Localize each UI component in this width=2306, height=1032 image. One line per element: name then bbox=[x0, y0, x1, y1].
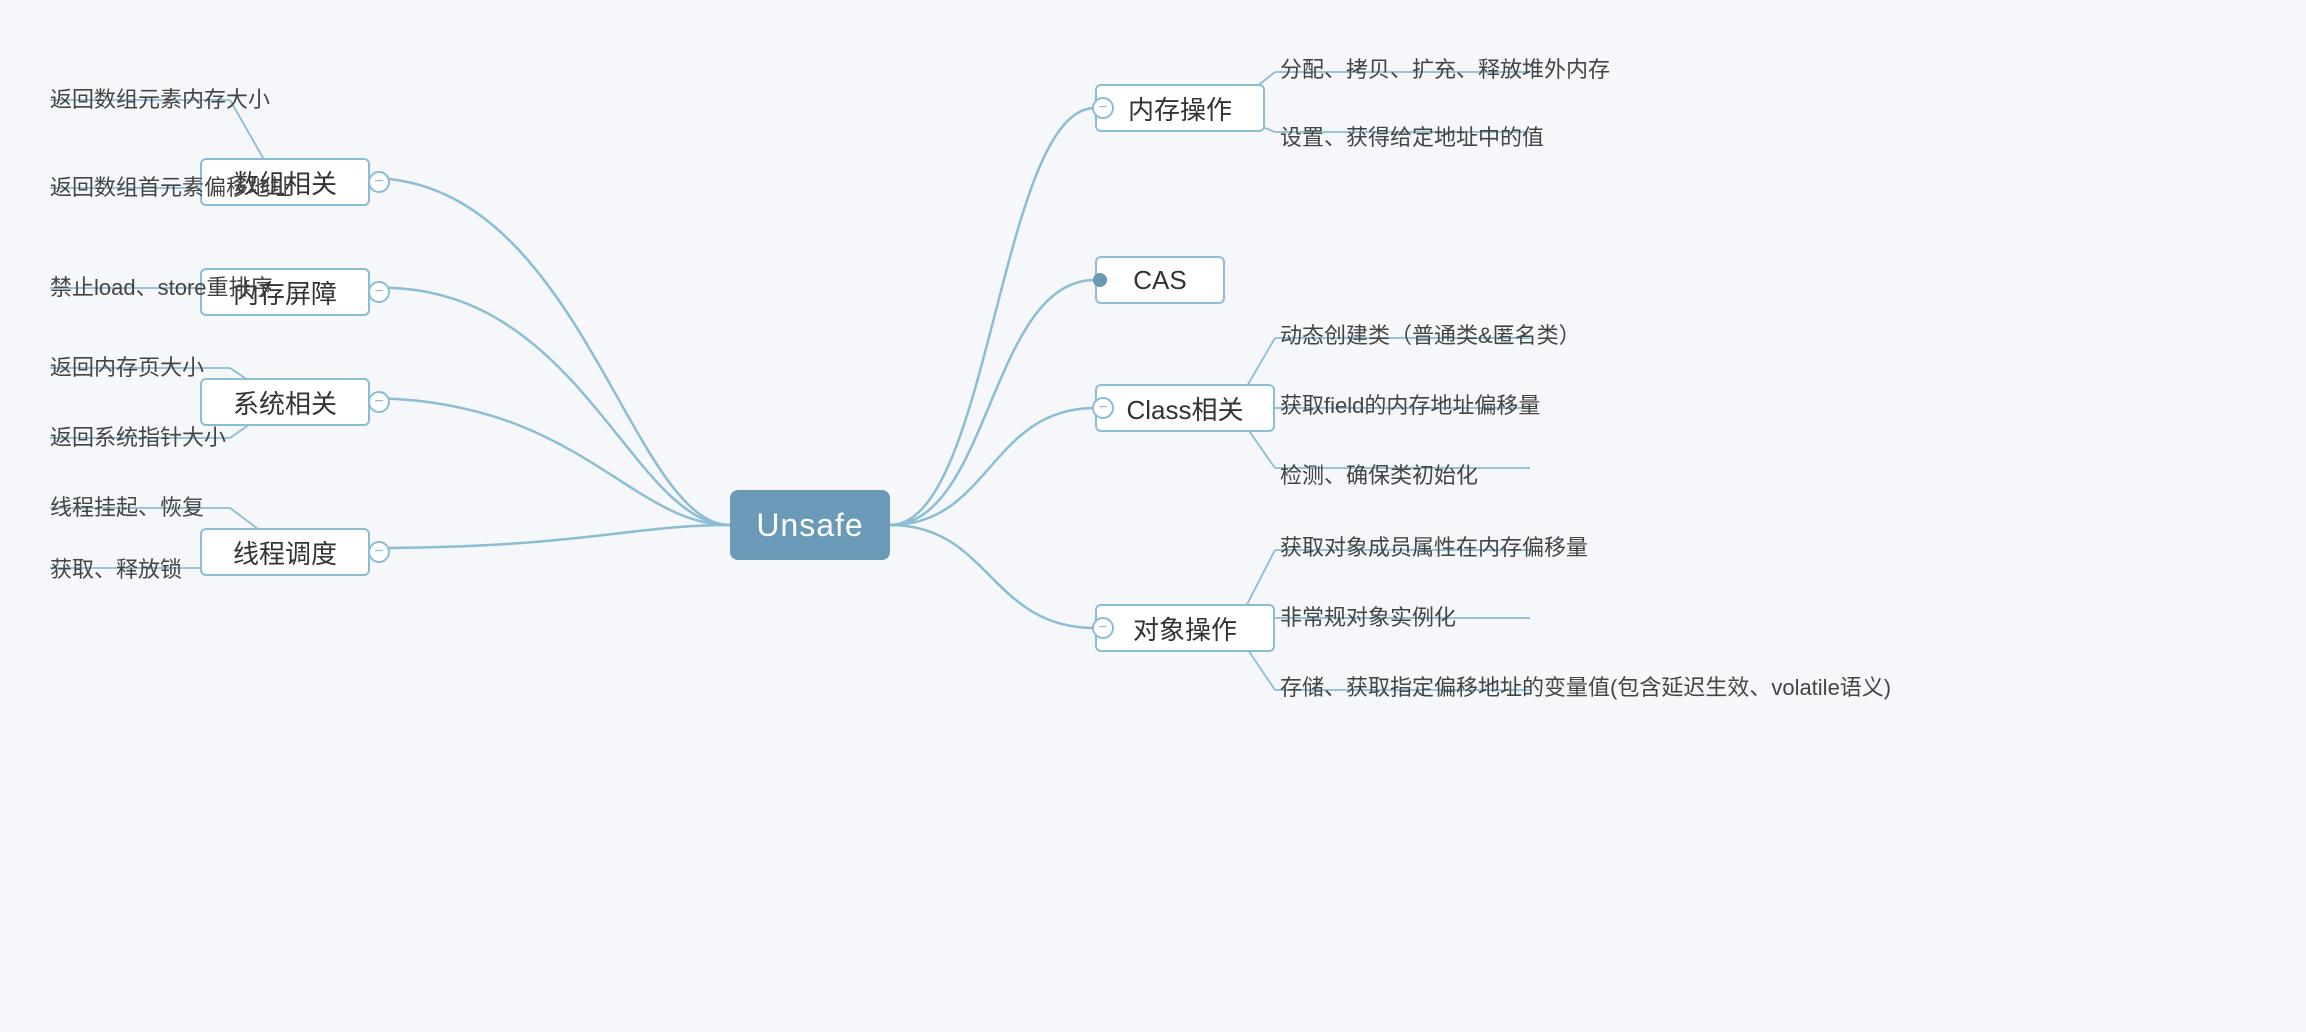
branch-class[interactable]: Class相关 bbox=[1095, 384, 1275, 432]
dot-cas bbox=[1093, 273, 1107, 287]
leaf-class-3: 检测、确保类初始化 bbox=[1280, 458, 1478, 490]
branch-thread[interactable]: 线程调度 bbox=[200, 528, 370, 576]
leaf-class-1: 动态创建类（普通类&匿名类） bbox=[1280, 318, 1581, 350]
branch-cas-label: CAS bbox=[1133, 265, 1186, 296]
collapse-class[interactable]: − bbox=[1092, 397, 1114, 419]
leaf-system-2-label: 返回系统指针大小 bbox=[50, 420, 226, 452]
center-node: Unsafe bbox=[730, 490, 890, 560]
leaf-class-2-label: 获取field的内存地址偏移量 bbox=[1280, 388, 1540, 420]
branch-class-label: Class相关 bbox=[1126, 390, 1243, 427]
leaf-obj-2-label: 非常规对象实例化 bbox=[1280, 600, 1456, 632]
leaf-class-2: 获取field的内存地址偏移量 bbox=[1280, 388, 1540, 420]
leaf-array-2: 返回数组首元素偏移地址 bbox=[50, 170, 292, 202]
leaf-obj-2: 非常规对象实例化 bbox=[1280, 600, 1456, 632]
collapse-object-ops[interactable]: − bbox=[1092, 617, 1114, 639]
leaf-array-1-label: 返回数组元素内存大小 bbox=[50, 82, 270, 114]
leaf-system-2: 返回系统指针大小 bbox=[50, 420, 226, 452]
leaf-array-2-label: 返回数组首元素偏移地址 bbox=[50, 170, 292, 202]
collapse-memory-barrier[interactable]: − bbox=[368, 281, 390, 303]
leaf-obj-3-label: 存储、获取指定偏移地址的变量值(包含延迟生效、volatile语义) bbox=[1280, 670, 1891, 702]
collapse-system[interactable]: − bbox=[368, 391, 390, 413]
leaf-obj-1: 获取对象成员属性在内存偏移量 bbox=[1280, 530, 1588, 562]
leaf-thread-1-label: 线程挂起、恢复 bbox=[50, 490, 204, 522]
leaf-memops-2-label: 设置、获得给定地址中的值 bbox=[1280, 120, 1544, 152]
branch-thread-label: 线程调度 bbox=[233, 534, 337, 571]
branch-memory-ops[interactable]: 内存操作 bbox=[1095, 84, 1265, 132]
collapse-thread[interactable]: − bbox=[368, 541, 390, 563]
connections-svg bbox=[0, 0, 2306, 1032]
leaf-thread-2: 获取、释放锁 bbox=[50, 552, 182, 584]
leaf-class-3-label: 检测、确保类初始化 bbox=[1280, 458, 1478, 490]
branch-system[interactable]: 系统相关 bbox=[200, 378, 370, 426]
leaf-obj-1-label: 获取对象成员属性在内存偏移量 bbox=[1280, 530, 1588, 562]
leaf-memops-1-label: 分配、拷贝、扩充、释放堆外内存 bbox=[1280, 52, 1610, 84]
branch-object-ops-label: 对象操作 bbox=[1133, 610, 1237, 647]
leaf-barrier-1: 禁止load、store重排序 bbox=[50, 270, 273, 302]
branch-cas[interactable]: CAS bbox=[1095, 256, 1225, 304]
leaf-barrier-1-label: 禁止load、store重排序 bbox=[50, 270, 273, 302]
leaf-obj-3: 存储、获取指定偏移地址的变量值(包含延迟生效、volatile语义) bbox=[1280, 670, 1891, 702]
leaf-system-1: 返回内存页大小 bbox=[50, 350, 204, 382]
leaf-memops-1: 分配、拷贝、扩充、释放堆外内存 bbox=[1280, 52, 1610, 84]
mind-map: Unsafe 数组相关 − 返回数组元素内存大小 返回数组首元素偏移地址 内存屏… bbox=[0, 0, 2306, 1032]
branch-memory-ops-label: 内存操作 bbox=[1128, 90, 1232, 127]
leaf-array-1: 返回数组元素内存大小 bbox=[50, 82, 270, 114]
collapse-array[interactable]: − bbox=[368, 171, 390, 193]
leaf-thread-1: 线程挂起、恢复 bbox=[50, 490, 204, 522]
leaf-memops-2: 设置、获得给定地址中的值 bbox=[1280, 120, 1544, 152]
leaf-thread-2-label: 获取、释放锁 bbox=[50, 552, 182, 584]
leaf-system-1-label: 返回内存页大小 bbox=[50, 350, 204, 382]
branch-system-label: 系统相关 bbox=[233, 384, 337, 421]
leaf-class-1-label: 动态创建类（普通类&匿名类） bbox=[1280, 318, 1581, 350]
branch-object-ops[interactable]: 对象操作 bbox=[1095, 604, 1275, 652]
collapse-memory-ops[interactable]: − bbox=[1092, 97, 1114, 119]
